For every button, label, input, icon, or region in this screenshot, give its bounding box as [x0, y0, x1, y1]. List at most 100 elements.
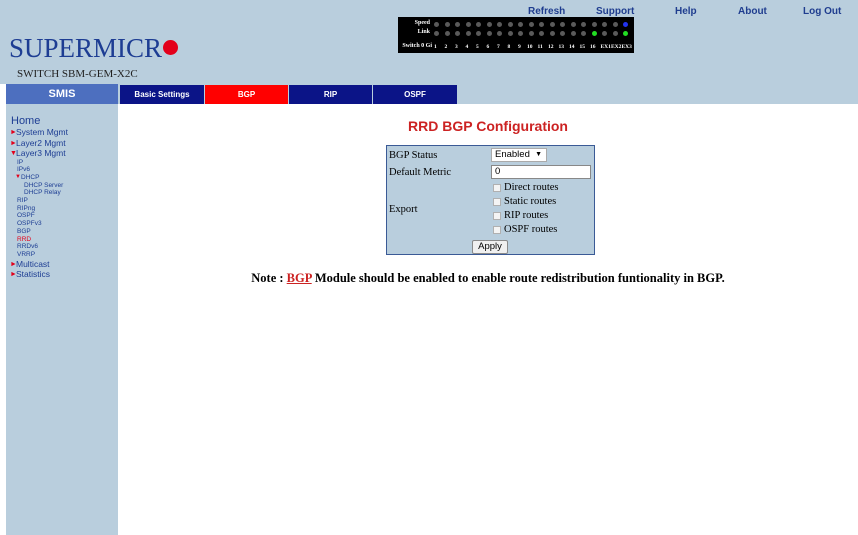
smis-tab[interactable]: SMIS — [6, 84, 118, 104]
sidebar-item-rrdv6[interactable]: RRDv6 — [11, 243, 117, 251]
switch-row-label: Switch 0 Gi — [402, 43, 432, 49]
about-link[interactable]: About — [738, 6, 767, 17]
sidebar-item-ospfv3[interactable]: OSPFv3 — [11, 220, 117, 228]
speed-led — [549, 22, 555, 27]
speed-led — [528, 22, 534, 27]
sidebar-item-dhcp-relay[interactable]: DHCP Relay — [11, 189, 117, 197]
port-number: 9 — [518, 44, 521, 50]
link-led — [518, 31, 523, 36]
link-led — [455, 31, 460, 36]
port-number: 13 — [558, 44, 565, 50]
link-led — [497, 31, 502, 36]
port-number: 12 — [548, 44, 554, 50]
port-number: 10 — [527, 44, 533, 50]
bgp-status-select[interactable]: Enabled ▼ — [491, 148, 547, 162]
tab-rip[interactable]: RIP — [289, 85, 372, 104]
link-led — [528, 31, 534, 36]
port-number: 2 — [444, 44, 448, 50]
speed-led — [476, 22, 481, 27]
caret-down-icon: ▼ — [10, 150, 17, 157]
port-number: 16 — [590, 44, 596, 50]
link-led — [549, 31, 555, 36]
speed-led — [602, 22, 607, 27]
port-status-panel: Speed Link Switch 0 Gi 1 2 3 4 5 6 7 8 9 10 11 12 13… — [398, 17, 634, 53]
sidebar-item-multicast[interactable]: ► Multicast — [10, 258, 117, 270]
speed-led — [497, 22, 502, 27]
sidebar-item-label: Statistics — [16, 269, 51, 280]
refresh-link[interactable]: Refresh — [528, 6, 565, 17]
logout-link[interactable]: Log Out — [803, 6, 841, 17]
port-number: EX3 — [621, 44, 632, 50]
sidebar-item-dhcp-server[interactable]: DHCP Server — [11, 182, 117, 190]
logo-dot-icon — [163, 40, 179, 55]
sidebar-item-rrd[interactable]: RRD — [11, 236, 117, 244]
link-led — [539, 31, 544, 36]
sidebar-nav: Home ► System Mgmt ► Layer2 Mgmt ▼ Layer3 M… — [10, 116, 117, 280]
ospf-routes-checkbox[interactable] — [493, 226, 501, 234]
help-link[interactable]: Help — [675, 6, 697, 17]
sidebar-item-statistics[interactable]: ► Statistics — [10, 269, 117, 280]
link-led — [434, 31, 439, 36]
port-number: 15 — [579, 44, 586, 50]
rip-routes-label: RIP routes — [504, 210, 549, 221]
tab-ospf[interactable]: OSPF — [373, 85, 457, 104]
port-number: EX1 — [600, 44, 611, 50]
sidebar-item-home[interactable]: Home — [11, 116, 117, 127]
direct-routes-checkbox[interactable] — [493, 184, 501, 192]
tab-bgp[interactable]: BGP — [205, 85, 288, 104]
page-title: RRD BGP Configuration — [408, 118, 568, 134]
port-number: 4 — [465, 44, 469, 50]
sidebar-item-system-mgmt[interactable]: ► System Mgmt — [10, 127, 117, 138]
caret-right-icon: ► — [10, 271, 17, 279]
link-led — [623, 31, 628, 36]
link-led — [570, 31, 576, 36]
link-led — [591, 31, 597, 36]
speed-led — [591, 22, 597, 27]
sidebar-item-layer3-mgmt[interactable]: ▼ Layer3 Mgmt — [10, 148, 117, 159]
support-link[interactable]: Support — [596, 6, 634, 17]
sidebar-item-dhcp[interactable]: ▼ DHCP — [11, 174, 117, 182]
default-metric-label: Default Metric — [389, 167, 452, 178]
sidebar-item-bgp[interactable]: BGP — [11, 228, 117, 236]
speed-led — [581, 22, 586, 27]
port-number: 3 — [455, 44, 458, 50]
default-metric-input[interactable]: 0 — [491, 165, 591, 179]
supermicro-logo: SUPERMICR — [9, 33, 179, 64]
note-text: Module should be enabled to enable route… — [311, 271, 725, 285]
rip-routes-checkbox[interactable] — [493, 212, 501, 220]
sidebar-item-label: System Mgmt — [16, 127, 68, 137]
speed-led — [434, 22, 439, 27]
port-number: 1 — [434, 44, 437, 50]
switch-name: SWITCH SBM-GEM-X2C — [17, 68, 138, 80]
chevron-down-icon: ▼ — [535, 151, 542, 158]
speed-led — [507, 22, 513, 27]
sidebar-item-ospf[interactable]: OSPF — [11, 212, 117, 220]
bgp-module-link[interactable]: BGP — [287, 271, 312, 285]
sidebar-item-ipv6[interactable]: IPv6 — [11, 166, 117, 174]
header: Refresh Support Help About Log Out SUPER… — [0, 0, 858, 84]
speed-led — [444, 22, 450, 27]
bgp-status-value: Enabled — [495, 149, 530, 160]
link-led — [444, 31, 450, 36]
apply-button[interactable]: Apply — [472, 240, 508, 254]
sidebar-item-vrrp[interactable]: VRRP — [11, 251, 117, 259]
tab-basic-settings[interactable]: Basic Settings — [120, 85, 204, 104]
port-number: 5 — [476, 44, 479, 50]
sidebar-item-ripng[interactable]: RIPng — [11, 205, 117, 213]
sidebar-item-label: Multicast — [16, 258, 50, 269]
sidebar-item-label: Layer3 Mgmt — [16, 148, 66, 158]
sidebar-item-layer2-mgmt[interactable]: ► Layer2 Mgmt — [10, 138, 117, 149]
rrd-bgp-form: BGP Status Enabled ▼ Default Metric 0 Ex… — [386, 145, 595, 255]
speed-led — [623, 22, 628, 27]
speed-led — [612, 22, 618, 27]
link-led — [507, 31, 513, 36]
speed-led — [486, 22, 492, 27]
link-led — [486, 31, 492, 36]
sidebar-item-ip[interactable]: IP — [11, 159, 117, 167]
speed-row-label: Speed — [414, 20, 430, 26]
sidebar-item-rip[interactable]: RIP — [11, 197, 117, 205]
static-routes-checkbox[interactable] — [493, 198, 501, 206]
port-number: 11 — [537, 44, 543, 50]
bgp-module-note: Note : BGP Module should be enabled to e… — [118, 271, 858, 286]
link-row-label: Link — [417, 29, 430, 35]
